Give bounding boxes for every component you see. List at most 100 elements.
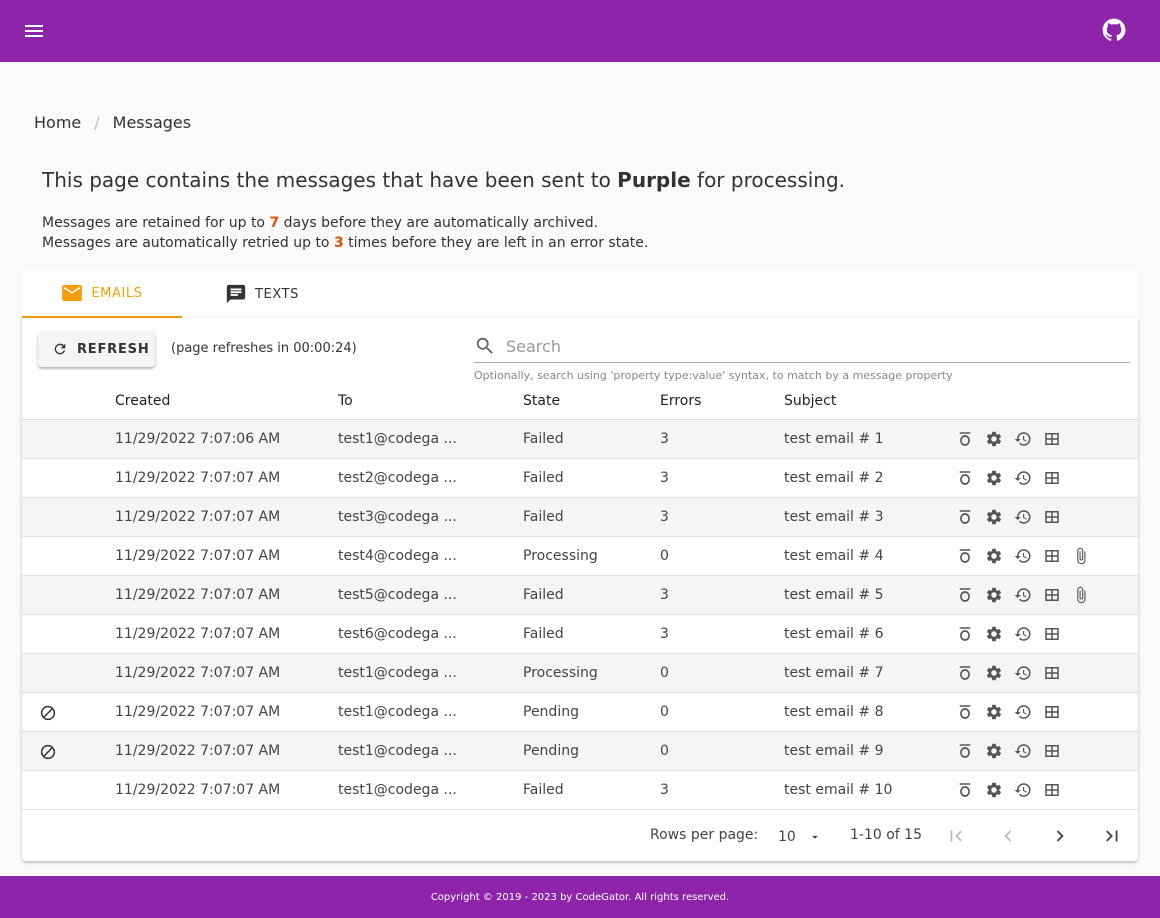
cell-to: test1@codega ... bbox=[338, 665, 457, 681]
history-icon[interactable] bbox=[1014, 469, 1032, 487]
column-errors[interactable]: Errors bbox=[660, 393, 701, 409]
cell-state: Processing bbox=[523, 665, 598, 681]
retry-note: Messages are automatically retried up to… bbox=[42, 235, 648, 251]
grid-icon[interactable] bbox=[1043, 586, 1061, 604]
settings-icon[interactable] bbox=[985, 430, 1003, 448]
search-field[interactable] bbox=[474, 332, 1130, 363]
attachment-icon[interactable] bbox=[1072, 547, 1090, 565]
github-icon[interactable] bbox=[1101, 17, 1127, 43]
grid-icon[interactable] bbox=[1043, 508, 1061, 526]
settings-icon[interactable] bbox=[985, 742, 1003, 760]
history-icon[interactable] bbox=[1014, 586, 1032, 604]
grid-icon[interactable] bbox=[1043, 625, 1061, 643]
details-icon[interactable] bbox=[956, 547, 974, 565]
details-icon[interactable] bbox=[956, 586, 974, 604]
table-row[interactable]: 11/29/2022 7:07:07 AM test4@codega ... Pro… bbox=[22, 537, 1138, 576]
search-input[interactable] bbox=[506, 334, 1106, 358]
history-icon[interactable] bbox=[1014, 703, 1032, 721]
grid-icon[interactable] bbox=[1043, 742, 1061, 760]
cell-subject: test email # 10 bbox=[784, 782, 893, 798]
cell-subject: test email # 3 bbox=[784, 509, 884, 525]
cell-state: Failed bbox=[523, 626, 564, 642]
first-page-icon[interactable] bbox=[945, 825, 967, 847]
search-icon bbox=[476, 337, 493, 354]
retries-prefix: Messages are automatically retried up to bbox=[42, 235, 334, 251]
email-icon bbox=[62, 284, 83, 302]
column-state[interactable]: State bbox=[523, 393, 560, 409]
rows-per-page-value: 10 bbox=[778, 829, 796, 845]
cell-state: Pending bbox=[523, 743, 579, 759]
column-to[interactable]: To bbox=[338, 393, 353, 409]
table-row[interactable]: 11/29/2022 7:07:07 AM test1@codega ... Pen… bbox=[22, 732, 1138, 771]
menu-icon[interactable] bbox=[22, 19, 46, 43]
details-icon[interactable] bbox=[956, 781, 974, 799]
intro-prefix: This page contains the messages that hav… bbox=[42, 168, 618, 192]
settings-icon[interactable] bbox=[985, 469, 1003, 487]
settings-icon[interactable] bbox=[985, 703, 1003, 721]
column-created[interactable]: Created bbox=[115, 393, 170, 409]
grid-icon[interactable] bbox=[1043, 469, 1061, 487]
settings-icon[interactable] bbox=[985, 664, 1003, 682]
cell-subject: test email # 7 bbox=[784, 665, 884, 681]
settings-icon[interactable] bbox=[985, 547, 1003, 565]
breadcrumb-home[interactable]: Home bbox=[34, 113, 81, 132]
table-row[interactable]: 11/29/2022 7:07:07 AM test3@codega ... Fai… bbox=[22, 498, 1138, 537]
details-icon[interactable] bbox=[956, 508, 974, 526]
cell-created: 11/29/2022 7:07:07 AM bbox=[115, 704, 281, 720]
table-row[interactable]: 11/29/2022 7:07:07 AM test6@codega ... Fai… bbox=[22, 615, 1138, 654]
last-page-icon[interactable] bbox=[1101, 825, 1123, 847]
grid-icon[interactable] bbox=[1043, 703, 1061, 721]
grid-icon[interactable] bbox=[1043, 547, 1061, 565]
footer-text: Copyright © 2019 - 2023 by CodeGator. Al… bbox=[430, 891, 730, 903]
grid-icon[interactable] bbox=[1043, 430, 1061, 448]
cell-to: test1@codega ... bbox=[338, 704, 457, 720]
settings-icon[interactable] bbox=[985, 625, 1003, 643]
settings-icon[interactable] bbox=[985, 508, 1003, 526]
next-page-icon[interactable] bbox=[1049, 825, 1071, 847]
table-body: 11/29/2022 7:07:06 AM test1@codega ... Fai… bbox=[22, 420, 1138, 810]
settings-icon[interactable] bbox=[985, 586, 1003, 604]
details-icon[interactable] bbox=[956, 430, 974, 448]
column-subject[interactable]: Subject bbox=[784, 393, 836, 409]
history-icon[interactable] bbox=[1014, 430, 1032, 448]
grid-icon[interactable] bbox=[1043, 664, 1061, 682]
history-icon[interactable] bbox=[1014, 742, 1032, 760]
rows-per-page-select[interactable]: 10 bbox=[778, 826, 828, 848]
details-icon[interactable] bbox=[956, 703, 974, 721]
cell-created: 11/29/2022 7:07:07 AM bbox=[115, 782, 281, 798]
history-icon[interactable] bbox=[1014, 781, 1032, 799]
details-icon[interactable] bbox=[956, 664, 974, 682]
cell-created: 11/29/2022 7:07:06 AM bbox=[115, 431, 281, 447]
history-icon[interactable] bbox=[1014, 664, 1032, 682]
cell-errors: 0 bbox=[660, 548, 669, 564]
grid-icon[interactable] bbox=[1043, 781, 1061, 799]
refresh-countdown: (page refreshes in 00:00:24) bbox=[171, 341, 357, 356]
cell-to: test5@codega ... bbox=[338, 587, 457, 603]
tab-emails[interactable]: EMAILS bbox=[22, 270, 182, 318]
history-icon[interactable] bbox=[1014, 547, 1032, 565]
retention-days: 7 bbox=[269, 215, 280, 231]
table-row[interactable]: 11/29/2022 7:07:07 AM test1@codega ... Pen… bbox=[22, 693, 1138, 732]
tab-texts-label: TEXTS bbox=[254, 286, 300, 302]
previous-page-icon[interactable] bbox=[997, 825, 1019, 847]
refresh-button[interactable]: REFRESH bbox=[38, 331, 155, 367]
settings-icon[interactable] bbox=[985, 781, 1003, 799]
chevron-down-icon bbox=[812, 835, 818, 839]
table-row[interactable]: 11/29/2022 7:07:07 AM test1@codega ... Fai… bbox=[22, 771, 1138, 810]
cell-to: test4@codega ... bbox=[338, 548, 457, 564]
table-row[interactable]: 11/29/2022 7:07:07 AM test5@codega ... Fai… bbox=[22, 576, 1138, 615]
details-icon[interactable] bbox=[956, 742, 974, 760]
history-icon[interactable] bbox=[1014, 625, 1032, 643]
cell-created: 11/29/2022 7:07:07 AM bbox=[115, 587, 281, 603]
table-row[interactable]: 11/29/2022 7:07:06 AM test1@codega ... Fai… bbox=[22, 420, 1138, 459]
history-icon[interactable] bbox=[1014, 508, 1032, 526]
attachment-icon[interactable] bbox=[1072, 586, 1090, 604]
tab-texts[interactable]: TEXTS bbox=[216, 270, 308, 318]
table-row[interactable]: 11/29/2022 7:07:07 AM test2@codega ... Fai… bbox=[22, 459, 1138, 498]
table-row[interactable]: 11/29/2022 7:07:07 AM test1@codega ... Pro… bbox=[22, 654, 1138, 693]
cell-subject: test email # 2 bbox=[784, 470, 884, 486]
retries-count: 3 bbox=[333, 235, 344, 251]
cell-to: test6@codega ... bbox=[338, 626, 457, 642]
details-icon[interactable] bbox=[956, 625, 974, 643]
details-icon[interactable] bbox=[956, 469, 974, 487]
